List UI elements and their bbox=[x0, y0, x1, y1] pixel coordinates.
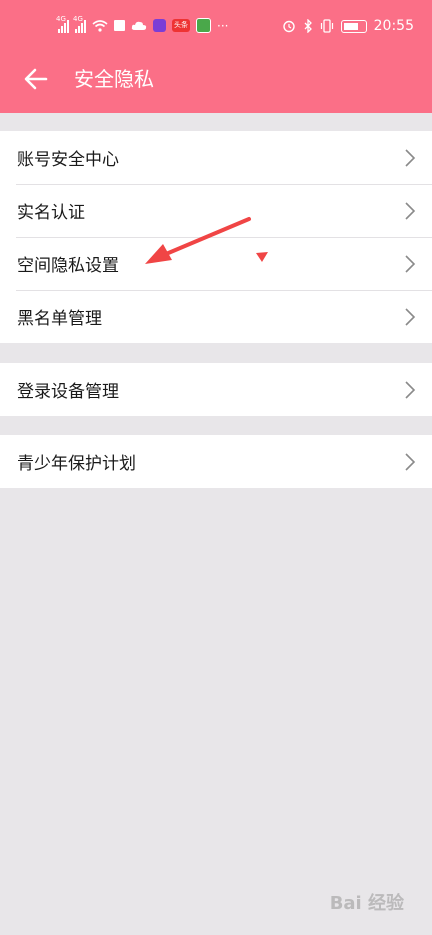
watermark-logo: Bai 经验 bbox=[329, 893, 404, 914]
settings-row-blacklist[interactable]: 黑名单管理 bbox=[0, 290, 432, 343]
nav-header: 安全隐私 bbox=[0, 56, 432, 102]
app-header-bar: 4G 4G 头条 ··· 20:55 安全隐私 bbox=[0, 0, 432, 113]
battery-icon bbox=[340, 19, 367, 33]
row-label: 空间隐私设置 bbox=[17, 256, 119, 276]
status-bar: 4G 4G 头条 ··· 20:55 bbox=[0, 14, 432, 44]
square-app-icon bbox=[114, 20, 125, 31]
page-title: 安全隐私 bbox=[74, 67, 154, 91]
row-label: 黑名单管理 bbox=[17, 309, 102, 329]
chevron-right-icon bbox=[405, 202, 416, 220]
row-label: 实名认证 bbox=[17, 203, 85, 223]
chevron-right-icon bbox=[405, 255, 416, 273]
alarm-icon bbox=[282, 20, 295, 33]
chevron-right-icon bbox=[405, 453, 416, 471]
back-arrow-icon[interactable] bbox=[22, 65, 50, 93]
news-app-icon: 头条 bbox=[172, 19, 190, 32]
green-app-icon bbox=[196, 18, 211, 33]
vibrate-icon bbox=[320, 19, 333, 33]
settings-group-youth: 青少年保护计划 bbox=[0, 435, 432, 488]
settings-row-youth-protection[interactable]: 青少年保护计划 bbox=[0, 435, 432, 488]
chevron-right-icon bbox=[405, 308, 416, 326]
status-time: 20:55 bbox=[373, 18, 414, 34]
row-label: 青少年保护计划 bbox=[17, 454, 136, 474]
cellular-signal-icon-2: 4G bbox=[73, 15, 86, 33]
settings-group-devices: 登录设备管理 bbox=[0, 363, 432, 416]
settings-row-space-privacy[interactable]: 空间隐私设置 bbox=[0, 237, 432, 290]
wifi-icon bbox=[92, 19, 108, 32]
row-label: 登录设备管理 bbox=[17, 382, 119, 402]
network-type-label: 4G bbox=[56, 14, 66, 23]
settings-row-real-name-verification[interactable]: 实名认证 bbox=[0, 184, 432, 237]
cellular-signal-icon: 4G bbox=[56, 15, 69, 33]
status-left: 4G 4G 头条 ··· bbox=[56, 15, 229, 33]
settings-group-account: 账号安全中心 实名认证 空间隐私设置 黑名单管理 bbox=[0, 131, 432, 343]
bluetooth-icon bbox=[304, 19, 312, 33]
screen: 4G 4G 头条 ··· 20:55 安全隐私 账号安全中心 实名认证 空间隐私… bbox=[0, 0, 432, 935]
chevron-right-icon bbox=[405, 149, 416, 167]
network-type-label-2: 4G bbox=[73, 14, 83, 23]
row-label: 账号安全中心 bbox=[17, 150, 119, 170]
cloud-icon bbox=[131, 21, 147, 30]
status-right: 20:55 bbox=[282, 18, 414, 34]
video-app-icon bbox=[153, 19, 166, 32]
more-notifications-label: ··· bbox=[217, 18, 229, 33]
settings-row-account-security[interactable]: 账号安全中心 bbox=[0, 131, 432, 184]
settings-row-login-devices[interactable]: 登录设备管理 bbox=[0, 363, 432, 416]
chevron-right-icon bbox=[405, 381, 416, 399]
